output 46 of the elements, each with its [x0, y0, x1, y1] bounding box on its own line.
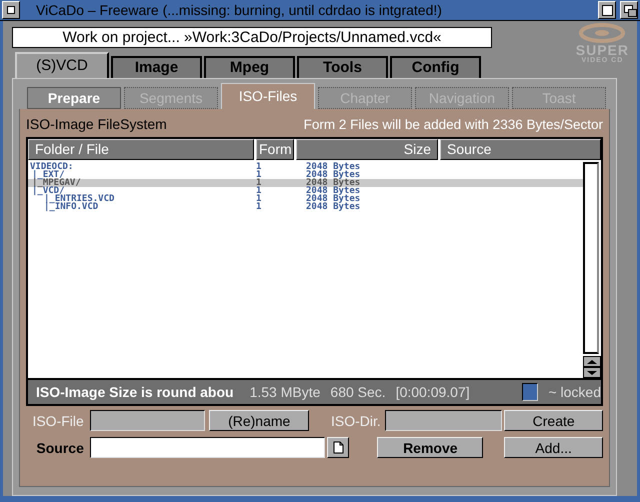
scroll-down-button[interactable]: [583, 367, 601, 378]
locked-checkbox[interactable]: [522, 383, 538, 401]
file-row[interactable]: VIDEOCD: 1 2048 Bytes: [28, 163, 583, 171]
tab[interactable]: Mpeg: [204, 56, 295, 78]
close-button[interactable]: [2, 1, 20, 19]
down-arrow-icon: [586, 370, 598, 376]
tab[interactable]: (S)VCD: [15, 52, 109, 78]
iso-dir-label: ISO-Dir.: [330, 412, 382, 428]
source-field[interactable]: [90, 437, 326, 458]
file-row[interactable]: |_VCD/ 1 2048 Bytes: [28, 187, 583, 195]
file-icon: [332, 441, 344, 454]
disc-logo-icon: [579, 23, 626, 43]
zoom-button[interactable]: [598, 1, 616, 19]
file-row[interactable]: |_ENTRIES.VCD 1 2048 Bytes: [28, 195, 583, 203]
add-button[interactable]: Add...: [504, 437, 603, 458]
panel-title: ISO-Image FileSystem: [26, 116, 167, 132]
locked-label: ~ locked: [548, 384, 601, 400]
create-button[interactable]: Create: [504, 410, 603, 431]
column-header[interactable]: Folder / File: [28, 139, 254, 160]
tab[interactable]: Tools: [297, 56, 388, 78]
scroll-bar[interactable]: [583, 162, 599, 354]
up-arrow-icon: [586, 358, 598, 364]
image-size-label: ISO-Image Size is round abou: [36, 384, 234, 400]
duration-time: [0:00:09.07]: [396, 384, 470, 400]
rename-button[interactable]: (Re)name: [209, 410, 310, 431]
column-header[interactable]: Source: [440, 139, 601, 160]
duration-seconds: 680 Sec.: [330, 384, 386, 400]
column-header[interactable]: Form: [256, 139, 294, 160]
project-field: Work on project... »Work:3CaDo/Projects/Unnamed.vcd«: [12, 27, 492, 48]
remove-button[interactable]: Remove: [377, 437, 484, 458]
scroll-up-button[interactable]: [583, 356, 601, 367]
file-row[interactable]: |_MPEGAV/ 1 2048 Bytes: [28, 179, 583, 187]
image-size-value: 1.53 MByte: [250, 384, 320, 400]
file-picker-button[interactable]: [327, 437, 350, 458]
sector-info: Form 2 Files will be added with 2336 Bytes/Sector: [304, 116, 603, 132]
window-title: ViCaDo – Freeware (...missing: burning, until cdrdao is intgrated!): [35, 2, 443, 18]
subtab[interactable]: Prepare: [27, 87, 121, 109]
tab[interactable]: Config: [390, 56, 481, 78]
column-header[interactable]: Size: [296, 139, 438, 160]
depth-button[interactable]: [620, 1, 638, 19]
file-row[interactable]: |_INFO.VCD 1 2048 Bytes: [28, 203, 583, 211]
tab[interactable]: Image: [111, 56, 202, 78]
subtab[interactable]: ISO-Files: [221, 83, 315, 109]
file-row[interactable]: |_EXT/ 1 2048 Bytes: [28, 171, 583, 179]
iso-file-label: ISO-File: [31, 412, 85, 428]
source-label: Source: [35, 440, 85, 456]
